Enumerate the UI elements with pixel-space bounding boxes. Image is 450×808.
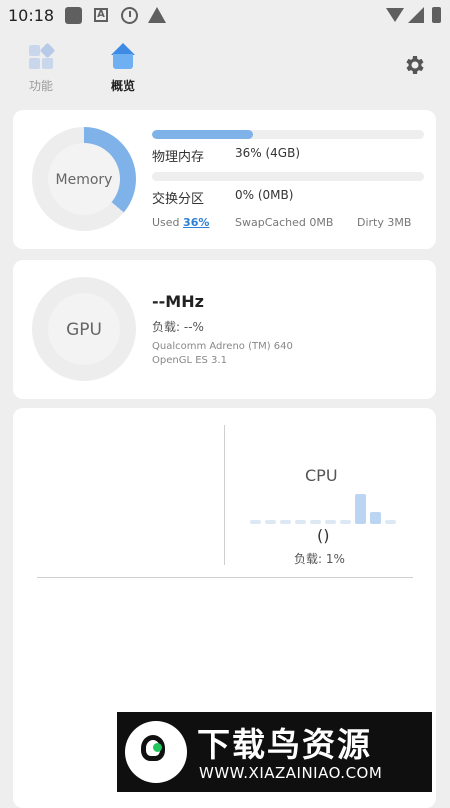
- watermark-title: 下载鸟资源: [197, 725, 372, 764]
- used-stat: Used 36%: [152, 216, 209, 229]
- warning-icon: [148, 7, 166, 23]
- swapcached-stat: SwapCached 0MB: [235, 216, 334, 229]
- status-time: 10:18: [8, 6, 55, 25]
- battery-icon: [432, 7, 441, 23]
- memory-card[interactable]: Memory 物理内存 36% (4GB) 交换分区 0% (0MB) Used…: [13, 110, 436, 249]
- home-icon: [109, 43, 137, 71]
- cpu-core-bar: [325, 520, 336, 524]
- tab-functions-label: 功能: [28, 79, 53, 93]
- cpu-core-bar: [355, 494, 366, 524]
- cpu-core-bar: [280, 520, 291, 524]
- cpu-load: 负载: 1%: [294, 552, 345, 566]
- grid-icon: [27, 42, 56, 71]
- cpu-frequency: (): [317, 526, 330, 545]
- tab-overview-label: 概览: [110, 79, 135, 93]
- a-icon: A: [94, 8, 108, 22]
- used-value[interactable]: 36%: [183, 216, 209, 229]
- physical-memory-label: 物理内存: [152, 150, 205, 165]
- cpu-core-bar: [250, 520, 261, 524]
- dirty-stat: Dirty 3MB: [357, 216, 412, 229]
- cpu-core-bar: [310, 520, 321, 524]
- signal-icon: [408, 7, 424, 23]
- tab-functions[interactable]: 功能: [11, 42, 71, 94]
- used-label: Used: [152, 216, 180, 229]
- cpu-core-bar: [385, 520, 396, 524]
- physical-memory-value: 36% (4GB): [235, 146, 301, 160]
- wifi-icon: [386, 8, 404, 22]
- cpu-title: CPU: [305, 466, 338, 485]
- swap-bar: [152, 172, 424, 181]
- gpu-ring: GPU: [32, 277, 136, 381]
- cpu-core-bar: [340, 520, 351, 524]
- gpu-frequency: --MHz: [152, 292, 204, 311]
- tab-overview[interactable]: 概览: [93, 43, 153, 94]
- gpu-api: OpenGL ES 3.1: [152, 355, 227, 366]
- memory-ring-label: Memory: [55, 172, 113, 188]
- gpu-load: 负载: --%: [152, 320, 204, 334]
- cpu-core-bars: [250, 488, 400, 524]
- cpu-separator: [37, 577, 413, 578]
- gpu-card[interactable]: GPU --MHz 负载: --% Qualcomm Adreno (TM) 6…: [13, 260, 436, 399]
- cpu-core-bar: [370, 512, 381, 524]
- watermark-banner: 下载鸟资源 WWW.XIAZAINIAO.COM: [117, 712, 432, 792]
- swap-value: 0% (0MB): [235, 188, 294, 202]
- watermark-url: WWW.XIAZAINIAO.COM: [199, 764, 383, 782]
- cpu-core-bar: [295, 520, 306, 524]
- gpu-ring-label: GPU: [66, 320, 102, 340]
- clock-icon: [121, 7, 138, 24]
- status-bar: 10:18 A: [0, 0, 450, 32]
- gpu-device: Qualcomm Adreno (TM) 640: [152, 341, 293, 352]
- physical-memory-bar-fill: [152, 130, 253, 139]
- gear-icon[interactable]: [402, 53, 426, 77]
- cpu-core-bar: [265, 520, 276, 524]
- app-icon: [65, 7, 82, 24]
- watermark-logo: [125, 721, 187, 783]
- swap-label: 交换分区: [152, 192, 205, 207]
- physical-memory-bar: [152, 130, 424, 139]
- cpu-divider: [224, 425, 225, 565]
- memory-ring: Memory: [32, 127, 136, 231]
